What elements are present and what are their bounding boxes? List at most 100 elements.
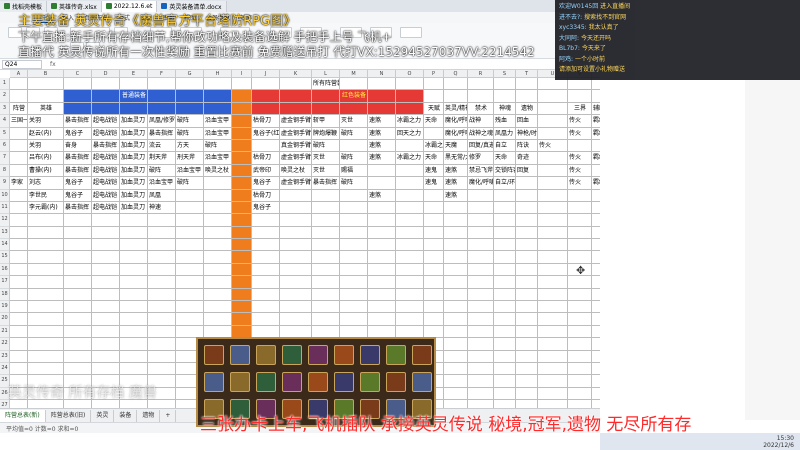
cell[interactable] [468,226,494,240]
cell[interactable] [10,127,28,140]
row-header[interactable]: 7 [0,152,9,165]
cell[interactable] [232,251,252,264]
cell[interactable] [444,90,468,103]
cell[interactable] [396,214,424,227]
cell[interactable] [92,338,120,351]
cell[interactable] [64,400,92,408]
cell[interactable] [494,226,516,240]
cell[interactable] [340,201,368,215]
cell[interactable]: 回复 [516,164,538,178]
cell[interactable] [232,139,252,153]
cell[interactable] [120,78,148,91]
cell[interactable] [64,338,92,351]
cell[interactable] [592,165,600,178]
cell[interactable]: 加血灵刀 [120,189,148,202]
cell[interactable] [64,362,92,376]
cell[interactable]: 方天 [176,139,204,153]
cell[interactable] [592,190,600,202]
cell[interactable] [340,313,368,326]
cell[interactable] [340,263,368,277]
cell[interactable] [120,400,148,408]
cell[interactable] [538,288,568,302]
cell[interactable]: 鬼谷子(红) [252,127,280,140]
row-header[interactable]: 18 [0,289,9,302]
cell[interactable] [424,239,444,252]
cell[interactable] [340,301,368,314]
cell[interactable] [92,90,120,103]
cell[interactable] [64,387,92,401]
cell[interactable] [568,239,592,252]
cell[interactable] [568,387,592,401]
cell[interactable] [494,78,516,91]
cell[interactable] [516,301,538,314]
cell[interactable] [232,214,252,227]
cell[interactable] [538,115,568,128]
cell[interactable] [204,313,232,326]
cell[interactable] [64,288,92,302]
cell[interactable] [312,189,340,202]
cell[interactable] [368,263,396,277]
row-header[interactable]: 5 [0,128,9,140]
cell[interactable] [92,325,120,339]
cell[interactable] [176,78,204,91]
cell[interactable] [176,239,204,252]
cell[interactable] [280,201,312,215]
row-header[interactable]: 6 [0,140,9,153]
cell[interactable]: 牌炮爆鞭 [312,127,340,140]
cell[interactable] [204,301,232,314]
cell[interactable] [10,214,28,227]
cell[interactable] [204,251,232,264]
cell[interactable] [340,78,368,91]
cell[interactable]: 暴击指挥 [312,177,340,190]
cell[interactable] [568,251,592,264]
cell[interactable]: 虚金钢手臂 [280,152,312,165]
row-header[interactable]: 27 [0,400,9,408]
cell[interactable] [396,139,424,153]
cell[interactable] [92,214,120,227]
cell[interactable] [64,214,92,227]
cell[interactable] [10,139,28,153]
row-header[interactable]: 23 [0,351,9,363]
cell[interactable] [592,388,600,401]
column-header[interactable]: H [204,70,232,78]
cell[interactable]: 传火 [538,139,568,153]
cell[interactable] [396,251,424,264]
row-header[interactable]: 9 [0,177,9,190]
filter-button[interactable] [370,27,392,38]
cell[interactable] [92,288,120,302]
row-header[interactable]: 1 [0,78,9,91]
cell[interactable]: 沿血宝甲 [204,115,232,128]
cell[interactable]: 传火 [568,152,592,165]
cell[interactable]: 英灵/精神 [444,102,468,116]
cell[interactable] [424,127,444,140]
cell[interactable] [494,325,516,339]
cell[interactable] [368,276,396,289]
cell[interactable]: 鬼谷子 [252,201,280,215]
cell[interactable] [538,226,568,240]
cell[interactable] [368,164,396,178]
cell[interactable]: 神枪/时间沙 [516,127,538,140]
cell[interactable] [280,288,312,302]
hero-slot-icon[interactable] [282,345,302,365]
cell[interactable]: 速鬼 [424,164,444,178]
tab-1[interactable]: 找稻壳模板 [0,0,48,12]
cell[interactable]: 加血灵刀 [120,164,148,178]
cell[interactable] [92,226,120,240]
cell[interactable] [568,276,592,289]
cell[interactable] [396,276,424,289]
cell[interactable]: 所有阵营装备图 [312,78,340,91]
cell[interactable] [396,90,424,103]
cell[interactable] [120,338,148,351]
cell[interactable] [516,226,538,240]
cell[interactable] [444,313,468,326]
cell[interactable] [280,263,312,277]
cell[interactable] [468,387,494,401]
cell[interactable] [538,375,568,388]
ribbon-tab-insert[interactable]: 插入 [62,13,74,22]
ribbon-tab-vip[interactable]: 会员专享 [206,13,230,22]
cell[interactable] [568,338,592,351]
cell[interactable] [494,350,516,363]
cell[interactable] [516,201,538,215]
hero-slot-icon[interactable] [204,345,224,365]
column-header[interactable]: C [64,70,92,78]
